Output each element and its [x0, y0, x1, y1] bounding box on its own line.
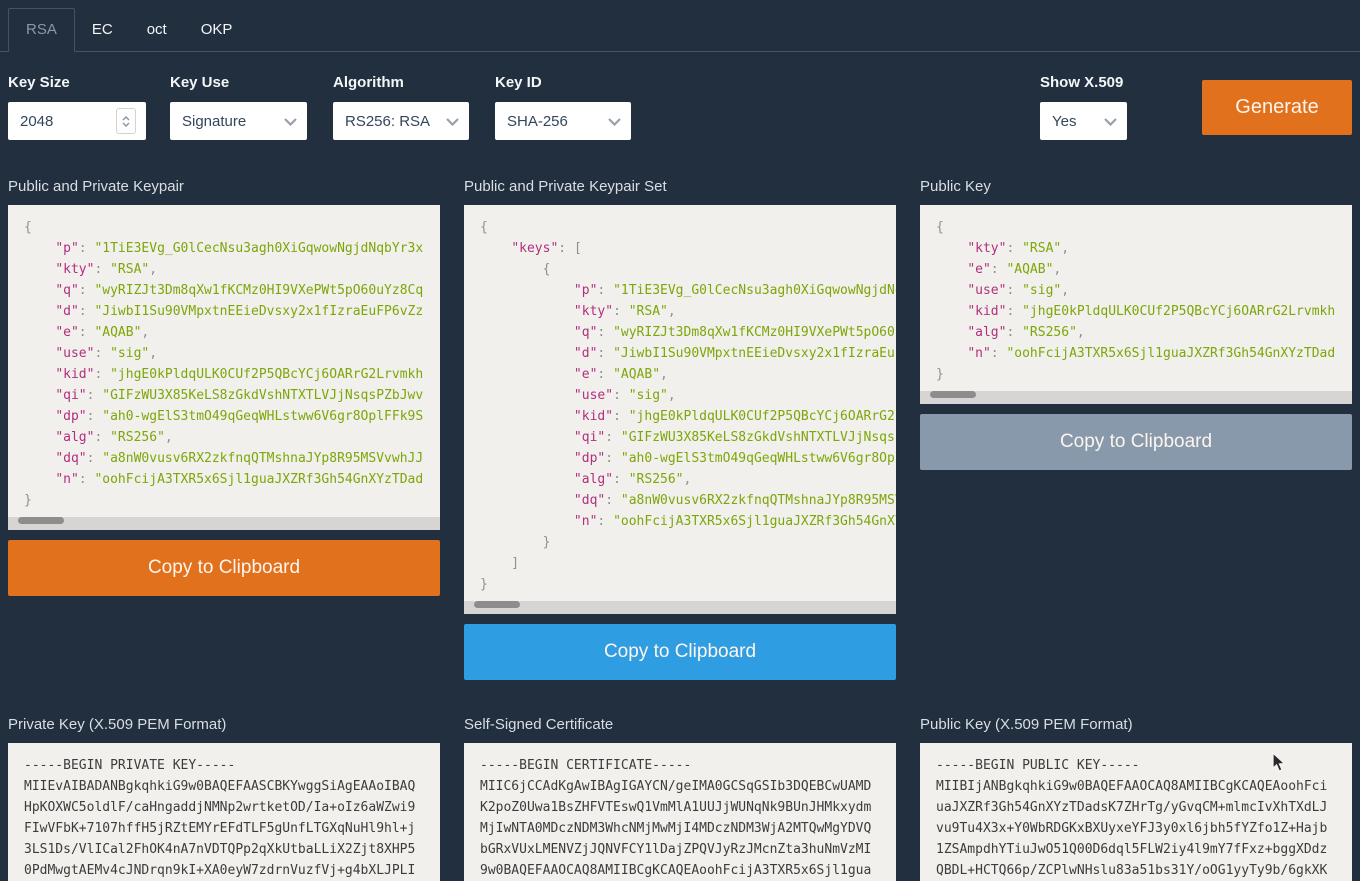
show-x509-label: Show X.509 — [1040, 74, 1123, 91]
certificate-pem: -----BEGIN CERTIFICATE----- MIIC6jCCAdKg… — [464, 743, 896, 881]
keypair-set-title: Public and Private Keypair Set — [464, 178, 896, 196]
keypair-json: { "p": "1TiE3EVg_G0lCecNsu3agh0XiGqwowNg… — [8, 205, 440, 511]
public-key-section: Public Key { "kty": "RSA", "e": "AQAB", … — [920, 170, 1352, 470]
results-area: Public and Private Keypair { "p": "1TiE3… — [0, 170, 1360, 881]
key-size-stepper[interactable] — [8, 102, 146, 140]
private-key-pem-section: Private Key (X.509 PEM Format) -----BEGI… — [8, 680, 440, 881]
certificate-title: Self-Signed Certificate — [464, 716, 896, 734]
copy-keypair-button[interactable]: Copy to Clipboard — [8, 540, 440, 596]
algorithm-value: RS256: RSA — [345, 113, 440, 130]
public-key-code-panel: { "kty": "RSA", "e": "AQAB", "use": "sig… — [920, 205, 1352, 404]
show-x509-value: Yes — [1052, 113, 1098, 130]
horizontal-scrollbar[interactable] — [920, 391, 1352, 404]
tab-oct[interactable]: oct — [130, 9, 184, 51]
key-type-tabbar: RSA EC oct OKP — [0, 0, 1360, 52]
key-use-value: Signature — [182, 113, 278, 130]
horizontal-scrollbar[interactable] — [464, 601, 896, 614]
keypair-set-json: { "keys": [ { "p": "1TiE3EVg_G0lCecNsu3a… — [464, 205, 896, 595]
tab-rsa[interactable]: RSA — [8, 8, 75, 52]
public-key-json: { "kty": "RSA", "e": "AQAB", "use": "sig… — [920, 205, 1352, 385]
copy-keypair-set-button[interactable]: Copy to Clipboard — [464, 624, 896, 680]
pem-panels-row: Private Key (X.509 PEM Format) -----BEGI… — [8, 680, 1352, 881]
number-spinner-icon[interactable] — [116, 108, 136, 134]
certificate-panel: -----BEGIN CERTIFICATE----- MIIC6jCCAdKg… — [464, 743, 896, 881]
keypair-set-code-panel: { "keys": [ { "p": "1TiE3EVg_G0lCecNsu3a… — [464, 205, 896, 614]
tab-okp[interactable]: OKP — [184, 9, 250, 51]
key-id-label: Key ID — [495, 74, 542, 91]
chevron-down-icon — [446, 113, 459, 130]
keypair-title: Public and Private Keypair — [8, 178, 440, 196]
show-x509-select[interactable]: Yes — [1040, 102, 1127, 140]
public-key-pem-section: Public Key (X.509 PEM Format) -----BEGIN… — [920, 680, 1352, 881]
keypair-section: Public and Private Keypair { "p": "1TiE3… — [8, 170, 440, 596]
private-key-pem-panel: -----BEGIN PRIVATE KEY----- MIIEvAIBADAN… — [8, 743, 440, 881]
certificate-section: Self-Signed Certificate -----BEGIN CERTI… — [464, 680, 896, 881]
jwk-panels-row: Public and Private Keypair { "p": "1TiE3… — [8, 170, 1352, 680]
keypair-set-section: Public and Private Keypair Set { "keys":… — [464, 170, 896, 680]
mkjwk-page: { "tabs": [ { "label": "RSA", "active": … — [0, 0, 1360, 881]
key-use-select[interactable]: Signature — [170, 102, 307, 140]
key-use-label: Key Use — [170, 74, 229, 91]
scrollbar-thumb[interactable] — [474, 601, 520, 608]
private-key-pem: -----BEGIN PRIVATE KEY----- MIIEvAIBADAN… — [8, 743, 440, 881]
key-size-input[interactable] — [20, 102, 116, 140]
horizontal-scrollbar[interactable] — [8, 517, 440, 530]
scrollbar-thumb[interactable] — [930, 391, 976, 398]
scrollbar-thumb[interactable] — [18, 517, 64, 524]
private-key-pem-title: Private Key (X.509 PEM Format) — [8, 716, 440, 734]
public-key-pem-panel: -----BEGIN PUBLIC KEY----- MIIBIjANBgkqh… — [920, 743, 1352, 881]
algorithm-select[interactable]: RS256: RSA — [333, 102, 469, 140]
public-key-pem-title: Public Key (X.509 PEM Format) — [920, 716, 1352, 734]
key-id-select[interactable]: SHA-256 — [495, 102, 631, 140]
generator-form: Key Size Key Use Signature Algorithm RS2… — [0, 52, 1360, 170]
keypair-code-panel: { "p": "1TiE3EVg_G0lCecNsu3agh0XiGqwowNg… — [8, 205, 440, 530]
tab-ec[interactable]: EC — [75, 9, 130, 51]
algorithm-label: Algorithm — [333, 74, 404, 91]
chevron-down-icon — [1104, 113, 1117, 130]
public-key-title: Public Key — [920, 178, 1352, 196]
generate-button[interactable]: Generate — [1202, 80, 1352, 135]
key-id-value: SHA-256 — [507, 113, 602, 130]
copy-public-key-button[interactable]: Copy to Clipboard — [920, 414, 1352, 470]
key-size-label: Key Size — [8, 74, 70, 91]
public-key-pem: -----BEGIN PUBLIC KEY----- MIIBIjANBgkqh… — [920, 743, 1352, 881]
chevron-down-icon — [284, 113, 297, 130]
chevron-down-icon — [608, 113, 621, 130]
